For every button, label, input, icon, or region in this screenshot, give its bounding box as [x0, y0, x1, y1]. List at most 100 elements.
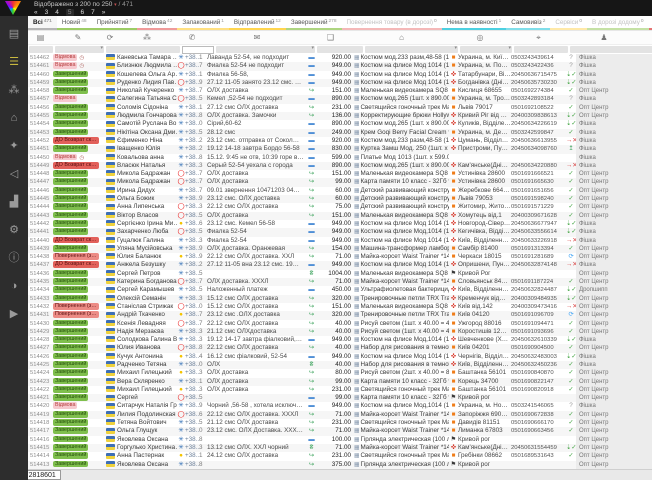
- client-phone[interactable]: +38…: [185, 295, 199, 303]
- page-button-6[interactable]: 6: [81, 9, 85, 16]
- tracking-number[interactable]: 20400309484935: [511, 295, 566, 303]
- client-phone[interactable]: +38…: [185, 195, 199, 203]
- client-name[interactable]: Анна Пастернак: [117, 452, 177, 460]
- client-name[interactable]: Кошелева Ольга Ар…: [117, 71, 177, 79]
- client-phone[interactable]: +38…: [185, 320, 199, 328]
- client-phone[interactable]: +38…: [185, 303, 199, 311]
- last-page-button[interactable]: »: [102, 9, 106, 16]
- settings-icon[interactable]: ⚙: [5, 222, 23, 239]
- table-row[interactable]: 514453 Завершений Нікітіна Оксана Дми… ✳…: [28, 129, 652, 137]
- table-row[interactable]: 514425 Завершений Радченко Тетяна ✳ +38……: [28, 361, 652, 369]
- tracking-number[interactable]: [511, 436, 566, 444]
- client-name[interactable]: Катерина Богданова: [117, 278, 177, 286]
- filter-box-9[interactable]: [570, 46, 652, 53]
- tracking-number[interactable]: 0501690822147: [511, 378, 566, 386]
- client-phone[interactable]: +38…: [185, 54, 199, 62]
- client-name[interactable]: Сергей: [117, 394, 177, 402]
- client-name[interactable]: Кучук Антонина: [117, 353, 177, 361]
- client-name[interactable]: Власюк Наталья: [117, 162, 177, 170]
- table-row[interactable]: 514438 Повернення (з… Юлия Баланюк ● +38…: [28, 253, 652, 261]
- filter-box-7[interactable]: ▾: [460, 46, 512, 53]
- tracking-number[interactable]: 20450634098760: [511, 145, 566, 153]
- client-phone[interactable]: +38…: [185, 311, 199, 319]
- client-name[interactable]: Ольга Божик: [117, 195, 177, 203]
- tab-10[interactable]: Сервіси0: [550, 16, 587, 30]
- order-id-column-icon[interactable]: ▤: [28, 33, 53, 42]
- tracking-number[interactable]: 0501692274384: [511, 87, 566, 95]
- table-row[interactable]: 514461 Відмова◷ Близнюк Людмила … ◯ +38……: [28, 62, 652, 70]
- tracking-number[interactable]: 0501691093696: [511, 328, 566, 336]
- client-name[interactable]: Ситарчук Наталія Гр…: [117, 402, 177, 410]
- table-row[interactable]: 514427 Завершений Юлия Иванова ◯ +38… 8 …: [28, 344, 652, 352]
- tracking-number[interactable]: 0501690663456: [511, 427, 566, 435]
- tracking-number[interactable]: 0501692108522: [511, 104, 566, 112]
- tracking-number[interactable]: 0503243439614: [511, 54, 566, 62]
- filter-box-1[interactable]: ▾: [55, 46, 104, 53]
- table-row[interactable]: 514433 Завершений Олексій Семанін ✳ +38……: [28, 295, 652, 303]
- table-row[interactable]: 514413 Завершений Яковлева Оксана ✳ +38……: [28, 461, 652, 469]
- client-phone[interactable]: +38…: [185, 444, 199, 452]
- tracking-number[interactable]: 20450632874148: [511, 261, 566, 269]
- tab-2[interactable]: Прийнятий7: [92, 16, 138, 30]
- table-row[interactable]: 514456 Завершений Соломія Сідоніна ✳ +38…: [28, 104, 652, 112]
- table-row[interactable]: 514447 Завершений Микола Бадражан ◯ +38……: [28, 178, 652, 186]
- ttn-column-icon[interactable]: ⌖: [511, 33, 566, 43]
- tracking-number[interactable]: 0503243422436: [511, 62, 566, 70]
- client-name[interactable]: Микола Бадражан: [117, 170, 177, 178]
- client-phone[interactable]: +38…: [185, 286, 199, 294]
- client-phone[interactable]: +38…: [185, 203, 199, 211]
- status-column-icon[interactable]: ✎: [53, 33, 103, 42]
- video-tutorials-icon[interactable]: ▶: [5, 306, 23, 323]
- filter-box-6[interactable]: ▾: [365, 46, 458, 53]
- table-row[interactable]: 514458 Завершений Николай Кучеренко ✳ +3…: [28, 87, 652, 95]
- client-phone[interactable]: +38…: [185, 361, 199, 369]
- table-row[interactable]: 514455 Завершений Людмила Гончарова ✳ +3…: [28, 112, 652, 120]
- client-name[interactable]: Николай Кучеренко: [117, 87, 177, 95]
- dashboard-icon[interactable]: ▤: [5, 26, 23, 43]
- table-row[interactable]: 514421 Завершений Сергей ◯ +38… 5 ▬ 99.0…: [28, 394, 652, 402]
- table-row[interactable]: 514443 Завершений Віктор Власов ◯ +38… 5…: [28, 212, 652, 220]
- client-phone[interactable]: +38…: [185, 245, 199, 253]
- client-phone[interactable]: +38…: [185, 129, 199, 137]
- client-name[interactable]: Надія Мерзаєва: [117, 328, 177, 336]
- table-row[interactable]: 514426 Завершений Кучук Антонина ● +38… …: [28, 353, 652, 361]
- tracking-number[interactable]: 20450633556614: [511, 228, 566, 236]
- table-row[interactable]: 514452 ДО Возврат ск… Єфименко Ніна ✳ +3…: [28, 137, 652, 145]
- tracking-number[interactable]: 20450634220880: [511, 162, 566, 170]
- theme-icon[interactable]: ◑: [5, 278, 23, 295]
- client-phone[interactable]: +38…: [185, 95, 199, 103]
- client-phone[interactable]: +38…: [185, 328, 199, 336]
- client-phone[interactable]: +38…: [185, 237, 199, 245]
- client-name[interactable]: Юлия Баланюк: [117, 253, 177, 261]
- table-row[interactable]: 514441 Завершений Захарченко Люба ◯ +38……: [28, 228, 652, 236]
- tracking-number[interactable]: 0501691666521: [511, 170, 566, 178]
- tab-7[interactable]: Повернення товару (в дорозі)0: [342, 16, 442, 30]
- tab-12[interactable]: Повернений0: [649, 16, 652, 30]
- tab-6[interactable]: Завершений278: [286, 16, 342, 30]
- client-name[interactable]: Салегина Татьяна С…: [117, 95, 177, 103]
- client-name[interactable]: Людмила Гончарова: [117, 112, 177, 120]
- tab-3[interactable]: Відмова42: [137, 16, 177, 30]
- table-row[interactable]: 514431 Повернення (з… Андрій Ткаченко ● …: [28, 311, 652, 319]
- table-row[interactable]: 514434 Завершений Сергей Карамышев ✳ +38…: [28, 286, 652, 294]
- client-phone[interactable]: +38…: [185, 353, 199, 361]
- client-phone[interactable]: +38…: [185, 386, 199, 394]
- client-name[interactable]: Микола Бадражан: [117, 178, 177, 186]
- table-row[interactable]: 514416 Завершений Яковлева Оксана ✳ +38……: [28, 436, 652, 444]
- client-phone[interactable]: +38…: [185, 170, 199, 178]
- client-name[interactable]: Іващенко Юлія: [117, 145, 177, 153]
- clients-icon[interactable]: ⁂: [5, 82, 23, 99]
- client-name[interactable]: Яковлева Оксана: [117, 436, 177, 444]
- tracking-number[interactable]: 0501691571229: [511, 203, 566, 211]
- table-row[interactable]: 514462 Відмова◷ Каневська Тамара … ✳ +38…: [28, 54, 652, 62]
- client-phone[interactable]: +38…: [185, 336, 199, 344]
- table-row[interactable]: 514428 Завершений Солодкова Галина В… ✳ …: [28, 336, 652, 344]
- client-name[interactable]: Горгулько Христина…: [117, 444, 177, 452]
- table-row[interactable]: 514415 Завершений Горгулько Христина… ✳ …: [28, 444, 652, 452]
- client-name[interactable]: Захарченко Люба: [117, 228, 177, 236]
- client-phone[interactable]: +38…: [185, 220, 199, 228]
- page-button-4[interactable]: 4: [55, 9, 59, 16]
- manager-column-icon[interactable]: ♟: [566, 33, 642, 42]
- table-row[interactable]: 514457 Відмова Салегина Татьяна С… ◯ +38…: [28, 95, 652, 103]
- tracking-number[interactable]: 20450635730230: [511, 79, 566, 87]
